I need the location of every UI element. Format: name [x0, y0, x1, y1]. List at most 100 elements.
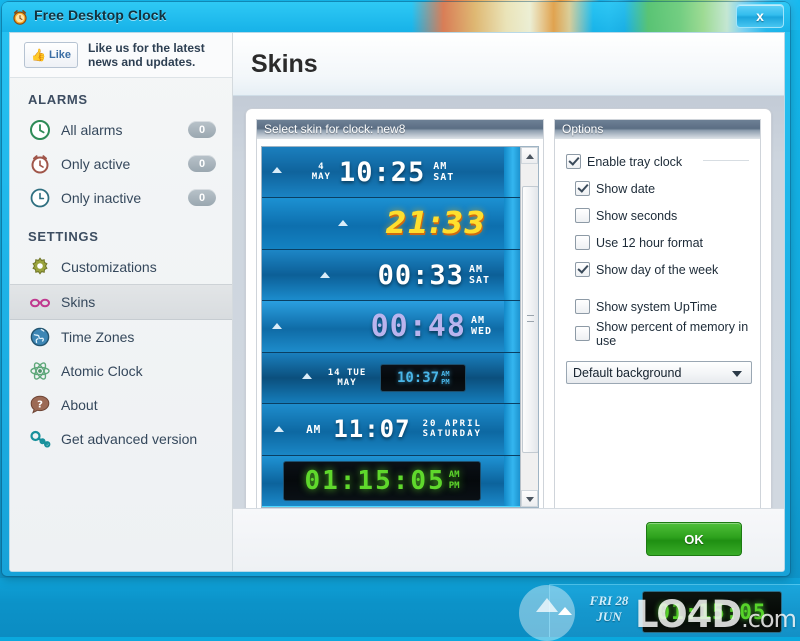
skin-list-item[interactable]: AM 11:07 20 APRIL SATURDAY	[262, 404, 520, 456]
watermark-suffix: .com	[741, 605, 797, 633]
question-icon: ?	[30, 395, 50, 414]
skin-ampm-bottom: WED	[470, 326, 492, 338]
tray-clock-widget[interactable]: FRI 28 JUN 01:15:05 LO4D.com	[519, 584, 800, 641]
skin-ampm-top: AM	[448, 469, 460, 480]
settings-panel: Select skin for clock: new8 4 MAY 10:25 …	[245, 108, 772, 524]
skin-date-top: 20 APRIL	[422, 419, 482, 430]
skin-date-block: 20 APRIL SATURDAY	[423, 419, 482, 439]
alarm-clock-icon	[13, 10, 27, 25]
skin-list-item[interactable]: 21:33	[262, 198, 520, 250]
sidebar-item-label: Get advanced version	[61, 431, 198, 447]
skins-group: Select skin for clock: new8 4 MAY 10:25 …	[256, 119, 544, 513]
sidebar-item-customizations[interactable]: Customizations	[10, 250, 232, 284]
background-select-value: Default background	[573, 365, 682, 380]
sidebar-item-all-alarms[interactable]: All alarms 0	[10, 113, 232, 147]
clock-icon	[30, 120, 50, 140]
checkbox-label: Show seconds	[596, 208, 678, 223]
background-select[interactable]: Default background	[566, 361, 752, 384]
checkbox-label: Enable tray clock	[587, 154, 683, 169]
sidebar-item-label: About	[61, 397, 98, 413]
skins-list-scrollbar[interactable]	[520, 147, 538, 507]
checkbox-label: Show date	[596, 181, 656, 196]
application-window: Free Desktop Clock x 👍 Like Like us for …	[2, 2, 790, 576]
skins-list[interactable]: 4 MAY 10:25 AM SAT 21:33 00:33 AM SAT 00…	[262, 147, 520, 507]
checkbox-show-date[interactable]: Show date	[566, 175, 749, 202]
scroll-down-arrow-icon[interactable]	[521, 490, 538, 507]
status-badge: 0	[188, 121, 216, 138]
skins-list-container: 4 MAY 10:25 AM SAT 21:33 00:33 AM SAT 00…	[261, 146, 539, 508]
sidebar-item-label: Only active	[61, 156, 131, 172]
checkbox-icon[interactable]	[575, 208, 590, 223]
sidebar-item-atomic-clock[interactable]: Atomic Clock	[10, 354, 232, 388]
skin-lcd-display: 10:37 AM PM	[380, 363, 467, 392]
checkbox-use-12-hour-format[interactable]: Use 12 hour format	[566, 229, 749, 256]
checkbox-icon[interactable]	[566, 154, 581, 169]
skin-preview-6: AM 11:07 20 APRIL SATURDAY	[262, 404, 520, 454]
skin-list-item[interactable]: 00:48 AM WED	[262, 301, 520, 353]
options-divider	[703, 160, 749, 161]
sidebar-item-skins[interactable]: Skins	[10, 284, 232, 320]
skin-list-item[interactable]: 4 MAY 10:25 AM SAT	[262, 147, 520, 199]
chevron-down-icon[interactable]	[732, 371, 742, 377]
skin-ampm-top: AM	[470, 315, 485, 327]
site-watermark: LO4D.com	[635, 593, 797, 636]
checkbox-show-day-of-the-week[interactable]: Show day of the week	[566, 256, 749, 283]
svg-text:?: ?	[37, 400, 43, 411]
skin-time: 21:33	[385, 206, 486, 242]
status-badge: 0	[188, 189, 216, 206]
checkbox-icon[interactable]	[575, 181, 590, 196]
checkbox-label: Show system UpTime	[596, 299, 718, 314]
skin-date-block: 14 TUE MAY	[328, 368, 367, 388]
title-bar[interactable]: Free Desktop Clock x	[2, 2, 790, 32]
skin-ampm-bottom: SAT	[468, 275, 490, 287]
key-icon	[30, 430, 51, 448]
scroll-up-arrow-icon[interactable]	[521, 147, 538, 164]
skin-list-item-selected[interactable]: 01:15:05 AM PM	[262, 455, 520, 507]
sidebar-item-only-inactive[interactable]: Only inactive 0	[10, 181, 232, 215]
skin-list-item[interactable]: 00:33 AM SAT	[262, 249, 520, 302]
atom-icon	[30, 362, 50, 380]
skin-ampm-top: AM	[441, 369, 450, 378]
checkbox-show-seconds[interactable]: Show seconds	[566, 202, 749, 229]
sidebar-item-only-active[interactable]: Only active 0	[10, 147, 232, 181]
skin-ampm-top: AM	[306, 422, 322, 436]
like-button-label: Like	[48, 49, 71, 61]
checkbox-icon[interactable]	[575, 262, 590, 277]
globe-icon	[30, 327, 50, 347]
checkbox-show-percent-of-memory-in-use[interactable]: Show percent of memory in use	[566, 320, 749, 348]
thumbs-up-icon: 👍	[31, 48, 46, 62]
sidebar-item-label: Customizations	[61, 259, 157, 275]
status-badge: 0	[188, 155, 216, 172]
skin-ampm-block: AM SAT	[433, 161, 454, 183]
footer-bar: OK	[233, 508, 784, 571]
watermark-circle-icon	[519, 585, 575, 641]
checkbox-icon[interactable]	[575, 299, 590, 314]
checkbox-enable-tray-clock[interactable]: Enable tray clock	[566, 148, 749, 175]
options-body: Enable tray clock Show date Show seconds	[556, 140, 759, 511]
close-icon[interactable]: x	[736, 4, 784, 28]
skin-date-top: 4	[318, 162, 325, 173]
ok-button[interactable]: OK	[646, 522, 742, 556]
facebook-like-button[interactable]: 👍 Like	[24, 42, 78, 68]
options-group-header: Options	[555, 120, 760, 139]
page-header: Skins	[233, 33, 784, 96]
sidebar-item-label: Skins	[61, 294, 96, 310]
skin-preview-2: 21:33	[262, 198, 520, 248]
skin-date-block: 4 MAY	[312, 162, 331, 182]
page-title: Skins	[251, 49, 318, 78]
sidebar-item-label: Atomic Clock	[61, 363, 143, 379]
window-title: Free Desktop Clock	[34, 7, 167, 23]
skin-list-item[interactable]: 14 TUE MAY 10:37 AM PM	[262, 352, 520, 405]
checkbox-icon[interactable]	[575, 235, 590, 250]
sidebar-item-about[interactable]: ? About	[10, 388, 232, 422]
like-promo-text: Like us for the latest news and updates.	[88, 41, 205, 69]
skin-lcd-display: 01:15:05 AM PM	[283, 460, 481, 501]
checkbox-icon[interactable]	[575, 326, 590, 341]
skin-ampm-bottom: SAT	[433, 172, 455, 184]
scrollbar-thumb[interactable]	[522, 186, 538, 453]
gear-icon	[32, 257, 48, 275]
sidebar-item-time-zones[interactable]: Time Zones	[10, 320, 232, 354]
skin-time: 11:07	[333, 415, 411, 444]
sidebar-item-get-advanced-version[interactable]: Get advanced version	[10, 422, 232, 456]
checkbox-show-system-uptime[interactable]: Show system UpTime	[566, 293, 749, 320]
